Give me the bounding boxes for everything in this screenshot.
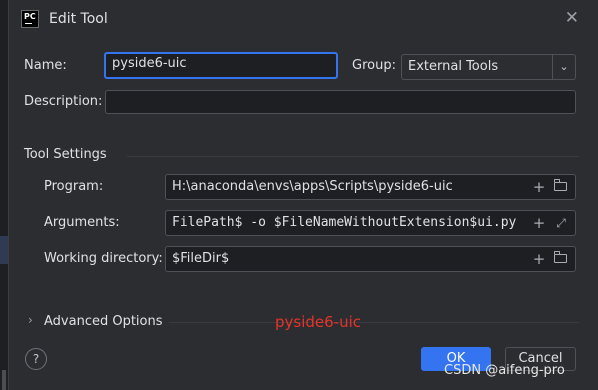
working-directory-value: $FileDir$: [172, 251, 230, 266]
program-label: Program:: [44, 179, 104, 194]
csdn-watermark: CSDN @aifeng-pro: [444, 363, 565, 378]
background-window-strip: [0, 0, 8, 390]
pycharm-logo-icon: PC: [21, 10, 39, 28]
expand-icon[interactable]: ⤢: [553, 215, 569, 231]
name-label: Name:: [24, 58, 67, 73]
advanced-divider: [169, 322, 579, 323]
advanced-options-toggle[interactable]: Advanced Options: [44, 314, 163, 329]
background-selection: [0, 236, 8, 264]
working-directory-field[interactable]: $FileDir$ +: [165, 246, 576, 272]
plus-icon[interactable]: +: [531, 179, 547, 195]
chevron-right-icon[interactable]: ›: [28, 313, 33, 327]
close-icon[interactable]: ✕: [565, 8, 579, 28]
arguments-label: Arguments:: [44, 215, 120, 230]
tool-settings-title: Tool Settings: [24, 147, 107, 162]
group-label: Group:: [352, 58, 396, 73]
name-field[interactable]: pyside6-uic: [104, 52, 338, 79]
description-field[interactable]: [105, 90, 576, 114]
dialog-title: Edit Tool: [49, 11, 108, 27]
title-bar: PC Edit Tool ✕: [9, 0, 595, 40]
group-select[interactable]: External Tools ⌄: [401, 54, 576, 80]
arguments-value: FilePath$ -o $FileNameWithoutExtension$u…: [172, 215, 517, 230]
plus-icon[interactable]: +: [531, 251, 547, 267]
program-value: H:\anaconda\envs\apps\Scripts\pyside6-ui…: [172, 179, 453, 194]
background-scrollbar: [2, 370, 6, 390]
plus-icon[interactable]: +: [531, 215, 547, 231]
description-label: Description:: [24, 94, 103, 109]
red-annotation-text: pyside6-uic: [275, 313, 362, 331]
program-field[interactable]: H:\anaconda\envs\apps\Scripts\pyside6-ui…: [165, 174, 576, 200]
group-value: External Tools: [408, 59, 499, 74]
section-divider: [127, 156, 579, 157]
edit-tool-dialog: PC Edit Tool ✕ Name: pyside6-uic Group: …: [8, 0, 595, 390]
folder-icon[interactable]: [553, 251, 569, 267]
help-button[interactable]: ?: [25, 348, 47, 370]
working-directory-label: Working directory:: [44, 251, 163, 266]
chevron-down-icon[interactable]: ⌄: [552, 55, 575, 79]
arguments-field[interactable]: FilePath$ -o $FileNameWithoutExtension$u…: [165, 210, 576, 236]
folder-icon[interactable]: [553, 179, 569, 195]
